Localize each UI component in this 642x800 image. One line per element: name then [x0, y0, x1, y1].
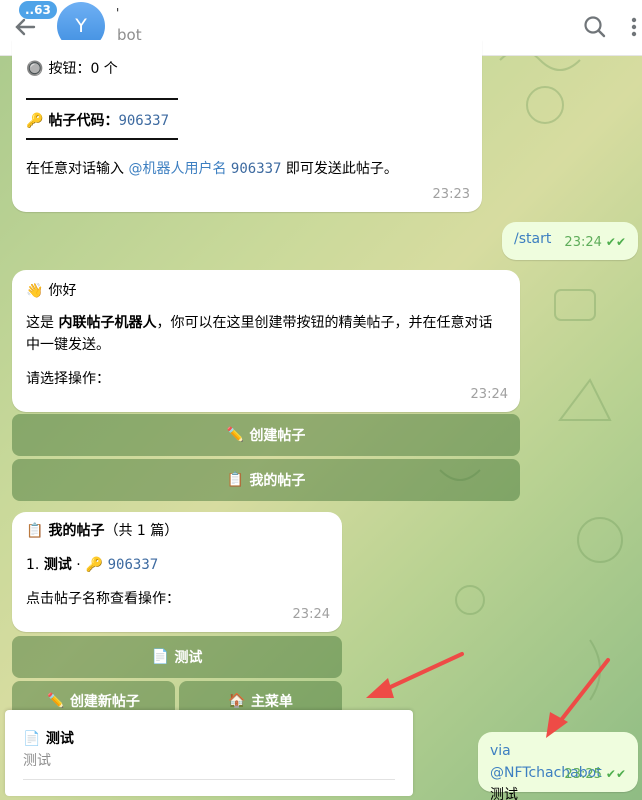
post-code[interactable]: 906337 — [118, 113, 169, 129]
clipboard-icon: 📋 — [226, 472, 245, 488]
create-post-button[interactable]: ✏️ 创建帖子 — [12, 414, 520, 456]
message-text: 测试 — [490, 787, 518, 800]
message-time: 23:24 — [564, 235, 602, 250]
message-my-posts: 📋 我的帖子（共 1 篇） 1. 测试 · 🔑 906337 点击帖子名称查看操… — [12, 512, 342, 632]
divider — [26, 138, 178, 140]
post-count: （共 1 篇） — [104, 523, 179, 539]
message-time: 23:23 — [432, 187, 470, 202]
read-checkmarks-icon: ✔✔ — [605, 235, 626, 249]
key-icon: 🔑 — [85, 557, 103, 573]
message-time: 23:24 — [292, 607, 330, 622]
annotation-arrow — [556, 658, 610, 726]
message-time: 23:24 — [470, 387, 508, 402]
document-icon: 📄 — [23, 731, 41, 747]
buttons-count-line: 🔘 按钮：0 个 — [26, 58, 468, 80]
clipboard-icon: 📋 — [26, 523, 44, 539]
inline-result-item[interactable]: 📄 测试 测试 — [23, 728, 395, 780]
annotation-arrow-head — [366, 678, 394, 698]
radio-button-icon: 🔘 — [26, 61, 44, 77]
message-welcome: 👋 你好 这是 内联帖子机器人，你可以在这里创建带按钮的精美帖子，并在任意对话中… — [12, 270, 520, 412]
send-hint: 在任意对话输入 @机器人用户名 906337 即可发送此帖子。 — [26, 161, 398, 177]
search-icon[interactable] — [582, 14, 608, 40]
pencil-icon: ✏️ — [226, 427, 245, 443]
divider — [26, 98, 178, 100]
annotation-arrow — [382, 652, 464, 692]
post-code-line: 🔑 帖子代码：906337 — [26, 110, 468, 132]
inline-result-desc: 测试 — [23, 753, 51, 769]
my-posts-title: 我的帖子 — [48, 523, 105, 539]
key-icon: 🔑 — [26, 113, 44, 129]
house-icon: 🏠 — [228, 693, 246, 709]
message-post-details: 🔘 按钮：0 个 🔑 帖子代码：906337 在任意对话输入 @机器人用户名 9… — [12, 40, 482, 212]
document-icon: 📄 — [151, 649, 170, 665]
post-list-hint: 点击帖子名称查看操作： — [26, 591, 180, 607]
post-code[interactable]: 906337 — [108, 557, 159, 573]
start-command[interactable]: /start — [514, 231, 551, 247]
read-checkmarks-icon: ✔✔ — [605, 767, 626, 781]
intro-text: 这是 内联帖子机器人，你可以在这里创建带按钮的精美帖子，并在任意对话中一键发送。 — [26, 315, 493, 353]
message-via-bot-outgoing: via @NFTchachabot 测试 23:25 ✔✔ — [478, 732, 638, 800]
bot-username-link[interactable]: @机器人用户名 — [128, 161, 226, 177]
my-posts-button[interactable]: 📋 我的帖子 — [12, 459, 520, 501]
via-label: via — [490, 743, 511, 759]
post-test-button[interactable]: 📄 测试 — [12, 636, 342, 678]
chat-title[interactable]: ' — [116, 6, 119, 20]
pencil-icon: ✏️ — [47, 693, 65, 709]
waving-hand-icon: 👋 — [26, 283, 44, 299]
message-time: 23:25 — [564, 767, 602, 782]
message-start-outgoing: /start 23:24 ✔✔ — [502, 222, 638, 260]
more-menu-icon[interactable] — [626, 14, 642, 40]
inline-result-title: 测试 — [45, 731, 74, 747]
prompt-text: 请选择操作： — [26, 371, 110, 387]
inline-results-panel: 📄 测试 测试 — [5, 710, 413, 796]
post-list-item: 1. 测试 · 🔑 906337 — [26, 554, 328, 576]
unread-count-badge: ..63 — [19, 1, 57, 19]
greeting-text: 你好 — [48, 283, 77, 299]
